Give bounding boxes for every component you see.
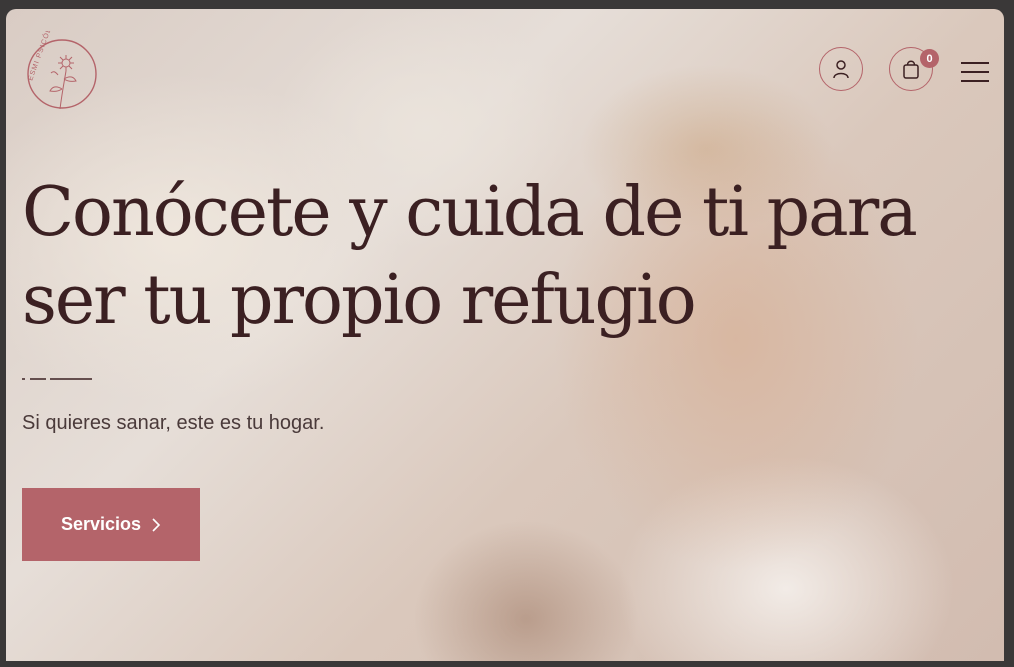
services-button-label: Servicios	[60, 514, 142, 534]
hero-subtitle: Si quieres sanar, este es tu hogar.	[22, 412, 325, 434]
svg-text:ESMI PSICÓLOGA: ESMI PSICÓLOGA	[25, 31, 59, 82]
account-button[interactable]	[819, 47, 863, 91]
decorative-divider	[22, 378, 92, 380]
shopping-bag-icon	[903, 60, 919, 79]
headline-line-1: Conócete y cuida de ti para	[22, 173, 918, 252]
user-icon	[833, 60, 849, 79]
chevron-right-icon	[152, 517, 161, 532]
hero-headline: Conócete y cuida de ti para ser tu propi…	[22, 169, 942, 345]
headline-line-2: ser tu propio refugio	[22, 261, 697, 340]
hero-section: ESMI PSICÓLOGA 0 Conócete y cuida de ti …	[6, 9, 1004, 661]
flower-icon	[49, 55, 77, 110]
cart-count-badge: 0	[920, 49, 939, 68]
site-logo[interactable]: ESMI PSICÓLOGA	[22, 31, 102, 117]
services-button[interactable]: Servicios	[22, 488, 200, 561]
hamburger-menu-icon[interactable]	[961, 62, 989, 84]
